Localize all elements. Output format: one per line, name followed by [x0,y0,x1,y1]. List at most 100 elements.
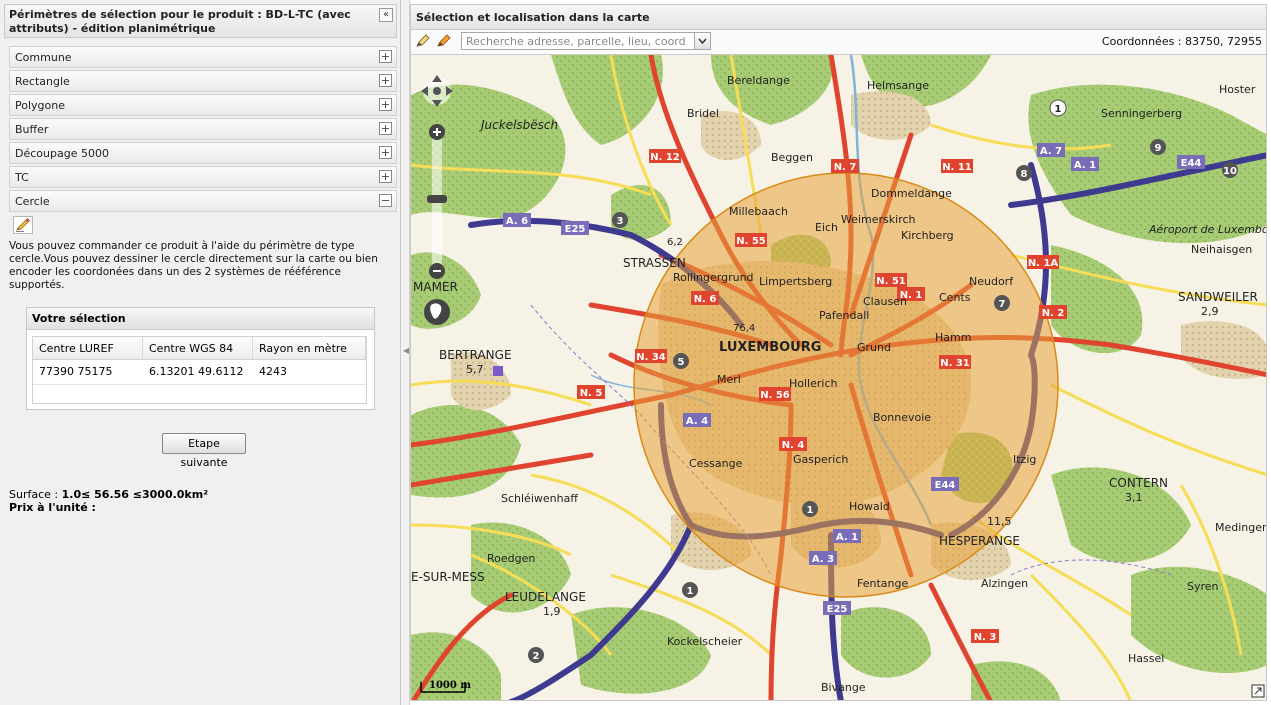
expand-icon[interactable]: + [379,50,392,63]
map-label: 11,5 [987,515,1012,528]
svg-text:N. 55: N. 55 [736,236,766,247]
map-label: Millebaach [729,205,788,218]
table-cell: 6.13201 49.6112 [149,365,244,378]
map-label: Medingen [1215,521,1267,534]
map-label: Hoster [1219,83,1256,96]
svg-text:A. 1: A. 1 [836,532,858,543]
map-label: Itzig [1013,453,1036,466]
svg-text:10: 10 [1223,166,1237,177]
collapse-panel-button[interactable]: « [379,8,393,22]
map-label: Beggen [771,151,813,164]
map-panel-header: Sélection et localisation dans la carte [410,4,1267,30]
map-label: 5,7 [466,363,484,376]
road-shield: N. 5 [577,385,605,399]
accordion-cercle[interactable]: Cercle − [9,190,397,212]
svg-text:9: 9 [1155,143,1162,154]
zoom-slider-handle[interactable] [427,195,447,203]
left-panel: Périmètres de sélection pour le produit … [0,0,401,705]
svg-text:E25: E25 [827,604,848,615]
chevron-down-icon[interactable] [694,33,710,49]
map-label: Syren [1187,580,1219,593]
fullscreen-icon[interactable] [1251,684,1265,698]
map-label: Bivange [821,681,866,694]
road-shield: E25 [823,601,851,615]
road-shield: A. 1 [833,529,861,543]
accordion-buffer[interactable]: Buffer + [9,118,397,140]
map-label: Weimerskirch [841,213,916,226]
map-label: LEUDELANGE [505,590,586,604]
accordion-commune[interactable]: Commune + [9,46,397,68]
accordion-polygone[interactable]: Polygone + [9,94,397,116]
next-step-button[interactable]: Etape suivante [162,433,246,469]
road-shield: N. 12 [649,149,681,163]
orientation-globe-icon[interactable] [424,299,450,325]
splitter-arrow-icon[interactable]: ◀ [403,346,409,355]
map-label: Gasperich [793,453,848,466]
column-header[interactable]: Rayon en mètre [253,337,366,360]
expand-icon[interactable]: + [379,122,392,135]
accordion-rectangle[interactable]: Rectangle + [9,70,397,92]
column-header[interactable]: Centre WGS 84 [143,337,253,360]
map-label: MAMER [413,280,458,294]
map-viewport[interactable]: A. 6 E25 A. 7 A. 1 E44 N. 6 N. 55 N. 51 … [410,54,1267,701]
zoom-in-button[interactable] [429,124,445,140]
svg-text:1: 1 [807,505,814,516]
scale-bar-label: 1000 m [429,680,471,691]
edit-tool-icon[interactable] [415,33,433,49]
zoom-out-button[interactable] [429,263,445,279]
search-combobox[interactable] [461,32,711,50]
svg-text:A. 1: A. 1 [1074,160,1096,171]
accordion-decoupage-5000[interactable]: Découpage 5000 + [9,142,397,164]
svg-text:7: 7 [999,299,1006,310]
scale-bar: 1000 m [420,680,471,693]
map-label: Dommeldange [871,187,952,200]
svg-text:A. 4: A. 4 [686,416,708,427]
svg-text:E25: E25 [565,224,586,235]
accordion-label: TC [15,171,29,184]
collapse-icon[interactable]: − [379,194,392,207]
svg-text:8: 8 [1021,169,1028,180]
expand-icon[interactable]: + [379,74,392,87]
svg-text:N. 34: N. 34 [636,352,666,363]
map-label: Kirchberg [901,229,954,242]
svg-text:A. 6: A. 6 [506,216,528,227]
topographic-map[interactable]: A. 6 E25 A. 7 A. 1 E44 N. 6 N. 55 N. 51 … [411,55,1267,701]
map-label: 3,1 [1125,491,1143,504]
draw-circle-pencil-icon[interactable] [13,216,33,234]
panel-splitter[interactable]: ◀ [401,0,410,705]
map-label: Hollerich [789,377,838,390]
road-shield: N. 3 [971,629,999,643]
highlight-tool-icon[interactable] [436,33,454,49]
svg-text:N. 1A: N. 1A [1028,258,1059,269]
column-header[interactable]: Centre LUREF [33,337,143,360]
map-label: Senningerberg [1101,107,1182,120]
map-label: Neihaisgen [1191,243,1252,256]
expand-icon[interactable]: + [379,98,392,111]
map-label: Limpertsberg [759,275,832,288]
map-toolbar: Coordonnées : 83750, 72955 [410,30,1267,54]
map-label: Hamm [935,331,971,344]
expand-icon[interactable]: + [379,146,392,159]
svg-text:3: 3 [617,216,624,227]
expand-icon[interactable]: + [379,170,392,183]
selection-panel: Votre sélection Centre LUREF Centre WGS … [26,307,375,410]
accordion-label: Rectangle [15,75,70,88]
map-label: Juckelsbësch [479,118,558,132]
road-shield: A. 3 [809,551,837,565]
accordion-tc[interactable]: TC + [9,166,397,188]
accordion-label: Polygone [15,99,65,112]
road-shield: A. 1 [1071,157,1099,171]
search-input[interactable] [462,33,690,49]
map-label: Clausen [863,295,907,308]
map-label: Kockelscheier [667,635,743,648]
svg-text:E44: E44 [935,480,956,491]
svg-text:A. 3: A. 3 [812,554,834,565]
map-label: Cents [939,291,971,304]
map-label: 1,9 [543,605,561,618]
surface-label: Surface : [9,488,59,501]
svg-text:1: 1 [687,586,694,597]
svg-text:N. 4: N. 4 [782,440,805,451]
left-panel-header: Périmètres de sélection pour le produit … [4,4,397,38]
road-shield: N. 2 [1039,305,1067,319]
svg-text:N. 2: N. 2 [1042,308,1065,319]
